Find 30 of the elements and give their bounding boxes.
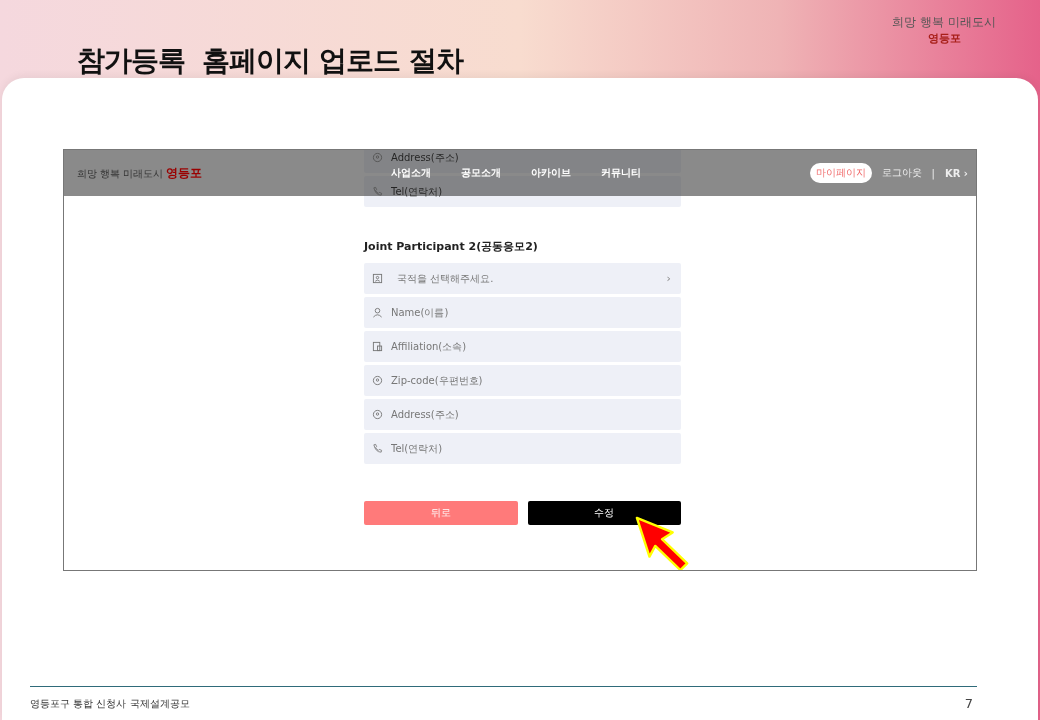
location-pin-icon [372, 409, 383, 420]
select-prompt: 국적을 선택해주세요. [397, 271, 495, 286]
separator-text: | [931, 167, 935, 179]
edit-button[interactable]: 수정 [527, 501, 681, 525]
site-logo-accent-text: 영등포 [166, 164, 203, 182]
footer-text: 영등포구 통합 신청사 국제설계공모 [30, 696, 190, 711]
input-field[interactable]: Name(이름) [364, 297, 681, 328]
input-field[interactable]: Address(주소) [364, 399, 681, 430]
mypage-button[interactable]: 마이페이지 [809, 163, 872, 183]
logout-link[interactable]: 로그아웃 [881, 166, 922, 180]
id-card-icon [372, 273, 383, 284]
phone-icon [372, 186, 383, 197]
page-number: 7 [964, 696, 973, 711]
building-icon [372, 341, 383, 352]
input-field[interactable]: Tel(연락처) [364, 433, 681, 464]
input-field[interactable]: Affiliation(소속) [364, 331, 681, 362]
input-field[interactable]: Zip-code(우편번호) [364, 365, 681, 396]
select-field[interactable]: 국적을 선택해주세요. › [364, 263, 681, 294]
location-pin-icon [372, 375, 383, 386]
back-button[interactable]: 뒤로 [364, 501, 518, 525]
logo-accent-text: 영등포 [927, 31, 961, 46]
section-title: Joint Participant 2(공동응모2) [364, 239, 539, 254]
location-pin-icon [372, 152, 383, 163]
site-logo-text: 희망 행복 미래도시 [77, 166, 164, 181]
person-icon [372, 307, 383, 318]
language-link[interactable]: KR › [944, 167, 968, 179]
phone-icon [372, 443, 383, 454]
slide-title: 참가등록 홈페이지 업로드 절차 [77, 43, 463, 79]
chevron-icon: › [666, 272, 671, 285]
logo-text: 희망 행복 미래도시 [892, 14, 996, 31]
